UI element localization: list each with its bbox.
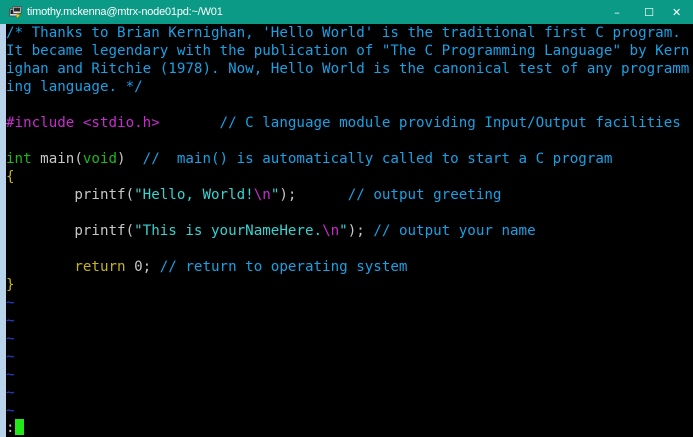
- window-controls: – ☐ ✕: [601, 0, 693, 24]
- include-comment: // C language module providing Input/Out…: [219, 115, 681, 131]
- statement-end: );: [279, 187, 297, 203]
- printf-call: printf(: [74, 187, 135, 203]
- main-comment: // main() is automatically called to sta…: [142, 151, 613, 167]
- statement-end: );: [347, 223, 374, 239]
- close-button[interactable]: ✕: [665, 0, 693, 24]
- empty-line-tilde: ~: [6, 295, 15, 311]
- main-param-type: void: [82, 151, 118, 167]
- include-gap: [160, 115, 220, 131]
- empty-line-tilde: ~: [6, 385, 15, 401]
- printf-comment: // output greeting: [347, 187, 502, 203]
- vim-command-line[interactable]: :: [6, 419, 693, 437]
- escape-sequence: \n: [253, 187, 271, 203]
- code-line-printf-2: printf("This is yourNameHere.\n"); // ou…: [6, 222, 693, 240]
- code-line-include: #include <stdio.h> // C language module …: [6, 114, 693, 132]
- string-literal-end: ": [339, 223, 348, 239]
- terminal-app: timothy.mckenna@mtrx-node01pd:~/W01 – ☐ …: [0, 0, 693, 437]
- code-line-comment-2: It became legendary with the publication…: [6, 43, 690, 59]
- code-line-comment-3: ighan and Ritchie (1978). Now, Hello Wor…: [6, 61, 690, 77]
- vim-editor-area[interactable]: /* Thanks to Brian Kernighan, 'Hello Wor…: [6, 24, 693, 437]
- escape-sequence: \n: [322, 223, 340, 239]
- code-line-open-brace: {: [6, 169, 15, 185]
- code-line-return: return 0; // return to operating system: [6, 258, 693, 276]
- code-line-comment-1: /* Thanks to Brian Kernighan, 'Hello Wor…: [6, 25, 681, 41]
- main-name: main(: [31, 151, 83, 167]
- command-prompt: :: [6, 420, 15, 436]
- maximize-button[interactable]: ☐: [633, 0, 665, 24]
- empty-line-tilde: ~: [6, 403, 15, 419]
- printf-call: printf(: [74, 223, 135, 239]
- include-directive: #include <stdio.h>: [6, 115, 160, 131]
- minimize-button[interactable]: –: [601, 0, 633, 24]
- code-line-printf-1: printf("Hello, World!\n"); // output gre…: [6, 186, 693, 204]
- code-line-close-brace: }: [6, 277, 15, 293]
- main-return-type: int: [6, 151, 32, 167]
- return-keyword: return: [74, 259, 126, 275]
- empty-line-tilde: ~: [6, 331, 15, 347]
- code-line-comment-4: ing language. */: [6, 79, 143, 95]
- main-close-paren: ): [117, 151, 143, 167]
- string-literal: "This is yourNameHere.: [134, 223, 323, 239]
- empty-line-tilde: ~: [6, 367, 15, 383]
- code-line-main: int main(void) // main() is automaticall…: [6, 150, 693, 168]
- string-literal: "Hello, World!: [134, 187, 254, 203]
- return-value: 0;: [125, 259, 160, 275]
- empty-line-tilde: ~: [6, 313, 15, 329]
- return-comment: // return to operating system: [159, 259, 408, 275]
- window-title: timothy.mckenna@mtrx-node01pd:~/W01: [27, 6, 223, 18]
- window-titlebar[interactable]: timothy.mckenna@mtrx-node01pd:~/W01 – ☐ …: [0, 0, 693, 24]
- empty-line-tilde: ~: [6, 349, 15, 365]
- printf-comment: // output your name: [373, 223, 536, 239]
- text-cursor: [14, 419, 24, 435]
- putty-terminal-icon: [8, 5, 22, 19]
